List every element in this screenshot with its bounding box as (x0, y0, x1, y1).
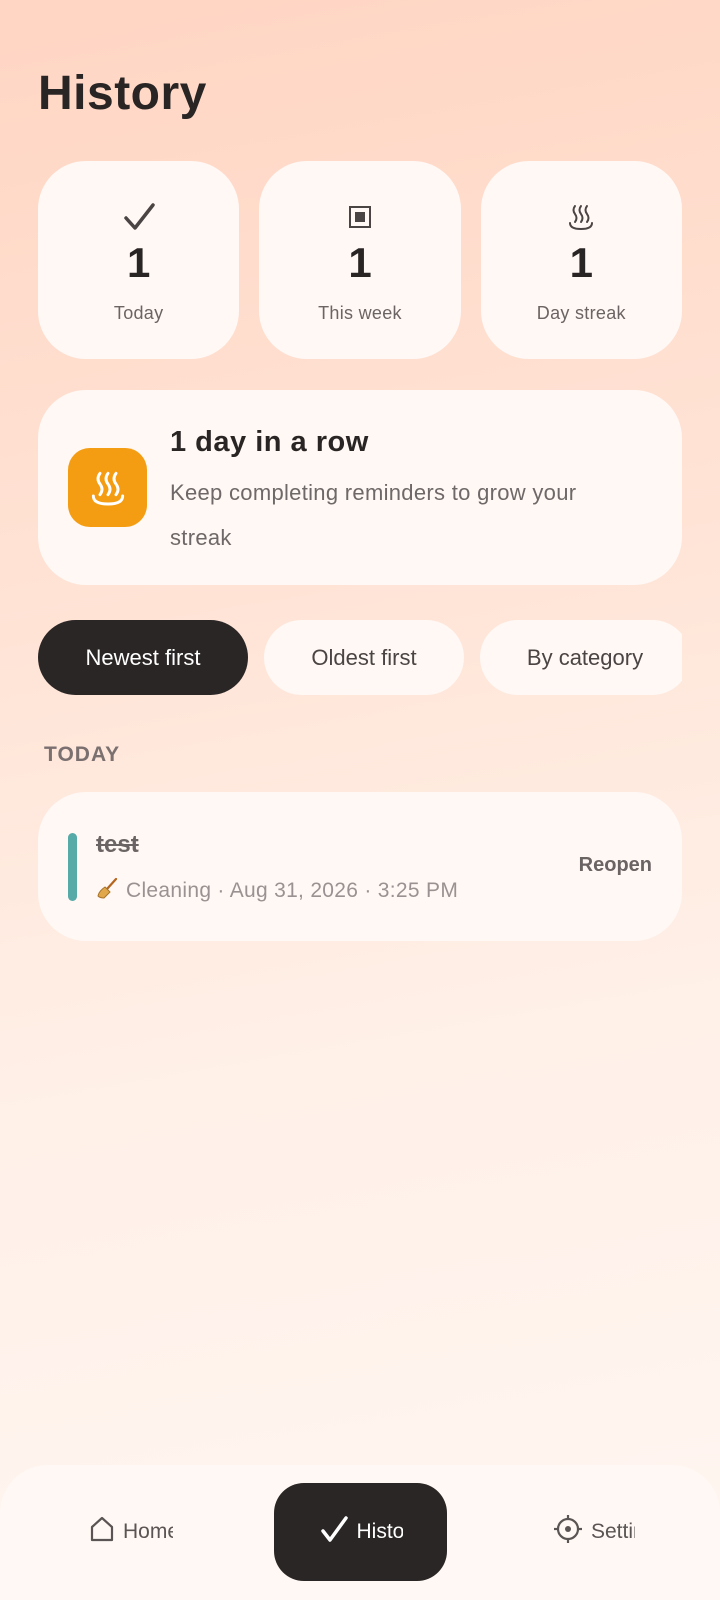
home-icon (89, 1515, 115, 1549)
chip-oldest-first[interactable]: Oldest first (264, 620, 464, 695)
stat-value: 1 (348, 239, 372, 286)
streak-flame-icon (68, 448, 147, 527)
stats-row: 1 Today 1 This week 1 Day streak (38, 161, 682, 359)
stat-value: 1 (126, 239, 151, 286)
list-item[interactable]: test Cleaning · Aug 31, 2026 · 3:25 PM R… (38, 792, 682, 941)
square-icon (348, 197, 372, 237)
nav-settings[interactable]: Settings (549, 1483, 639, 1581)
sort-chips: Newest first Oldest first By category (38, 620, 682, 695)
check-icon (319, 1514, 349, 1550)
nav-home[interactable]: Home (86, 1483, 176, 1581)
stat-value: 1 (569, 239, 593, 286)
section-label-today: TODAY (44, 743, 121, 766)
streak-flame-icon (566, 197, 596, 237)
entry-meta: Cleaning · Aug 31, 2026 · 3:25 PM (96, 876, 458, 906)
nav-home-label: Home (123, 1520, 173, 1543)
bottom-nav: Home History Settings (0, 1465, 720, 1600)
streak-title: 1 day in a row (170, 426, 369, 458)
streak-subtitle: Keep completing reminders to grow your s… (170, 480, 577, 550)
gear-icon (553, 1514, 583, 1550)
page-title: History (38, 67, 207, 120)
stat-label: Day streak (536, 303, 626, 323)
reopen-button[interactable]: Reopen (579, 854, 652, 877)
broom-icon (96, 876, 120, 906)
stat-label: This week (318, 303, 402, 323)
check-icon (122, 197, 156, 237)
nav-history-label: History (356, 1520, 403, 1543)
stat-card-streak: 1 Day streak (480, 161, 682, 359)
chip-by-category[interactable]: By category (480, 620, 682, 695)
streak-card: 1 day in a row Keep completing reminders… (38, 390, 682, 585)
chip-newest-first[interactable]: Newest first (38, 620, 248, 695)
stat-card-week: 1 This week (259, 161, 461, 359)
stat-label: Today (113, 303, 164, 323)
category-color-bar (68, 833, 77, 901)
entry-title: test (96, 831, 139, 858)
nav-history[interactable]: History (274, 1483, 447, 1581)
stat-card-today: 1 Today (38, 161, 240, 359)
nav-settings-label: Settings (591, 1520, 635, 1543)
entry-meta-text: Cleaning · Aug 31, 2026 · 3:25 PM (126, 879, 459, 902)
